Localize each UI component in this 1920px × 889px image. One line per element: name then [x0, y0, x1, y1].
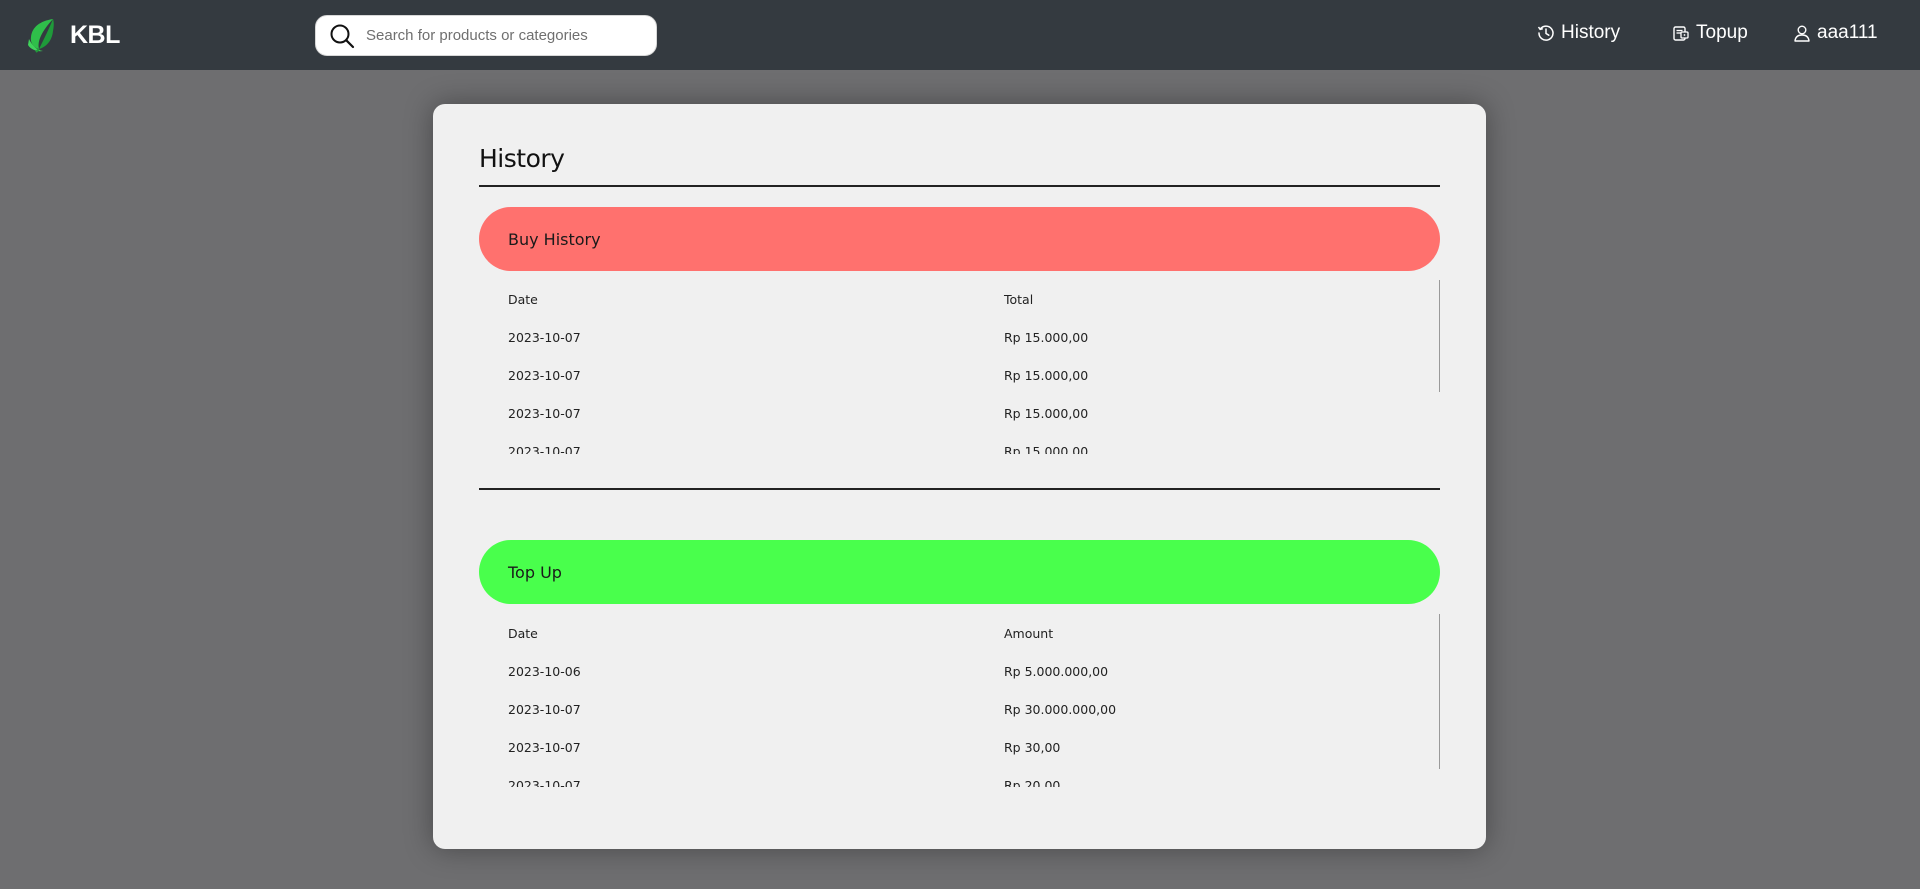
amount-cell: Rp 5.000.000,00 [1004, 663, 1109, 679]
column-header: Date [508, 625, 538, 641]
buy-history-title: Buy History [508, 229, 601, 249]
date-cell: 2023-10-07 [508, 701, 581, 717]
nav-user-label: aaa111 [1817, 22, 1878, 43]
buy-history-table-scroll[interactable]: Date Total 2023-10-07 Rp 15.000,00 2023-… [479, 280, 1440, 454]
column-header: Amount [1004, 625, 1054, 641]
search-icon[interactable] [328, 22, 356, 50]
date-cell: 2023-10-07 [508, 777, 581, 788]
buy-history-table: Date Total 2023-10-07 Rp 15.000,00 2023-… [479, 280, 1440, 455]
date-cell: 2023-10-06 [508, 663, 581, 679]
brand-name: KBL [70, 20, 120, 49]
table-row: 2023-10-07 Rp 20,00 [479, 766, 1440, 788]
nav-user-link[interactable]: aaa111 [1793, 22, 1878, 44]
table-row: 2023-10-06 Rp 5.000.000,00 [479, 652, 1440, 690]
table-header-row: Date Total [479, 280, 1440, 318]
date-cell: 2023-10-07 [508, 443, 581, 455]
top-up-table: Date Amount 2023-10-06 Rp 5.000.000,00 2… [479, 614, 1440, 788]
top-up-title: Top Up [508, 562, 562, 582]
total-cell: Rp 15.000,00 [1004, 405, 1089, 421]
buy-history-header[interactable]: Buy History [479, 207, 1440, 271]
column-header: Total [1004, 291, 1034, 307]
leaf-logo-icon [28, 19, 54, 53]
top-up-header[interactable]: Top Up [479, 540, 1440, 604]
date-cell: 2023-10-07 [508, 405, 581, 421]
history-card: History Buy History Date Total 2023-10-0… [433, 104, 1486, 849]
title-divider [479, 185, 1440, 187]
amount-cell: Rp 30.000.000,00 [1004, 701, 1117, 717]
navbar: KBL History Topup aaa111 [0, 0, 1920, 70]
date-cell: 2023-10-07 [508, 329, 581, 345]
top-up-table-scroll[interactable]: Date Amount 2023-10-06 Rp 5.000.000,00 2… [479, 614, 1440, 787]
total-cell: Rp 15.000,00 [1004, 443, 1089, 455]
column-header: Date [508, 291, 538, 307]
total-cell: Rp 15.000,00 [1004, 329, 1089, 345]
user-icon [1794, 25, 1810, 42]
table-row: 2023-10-07 Rp 15.000,00 [479, 394, 1440, 432]
brand-link[interactable]: KBL [26, 17, 120, 53]
date-cell: 2023-10-07 [508, 367, 581, 383]
date-cell: 2023-10-07 [508, 739, 581, 755]
total-cell: Rp 15.000,00 [1004, 367, 1089, 383]
section-divider [479, 488, 1440, 490]
table-row: 2023-10-07 Rp 15.000,00 [479, 432, 1440, 455]
table-header-row: Date Amount [479, 614, 1440, 652]
amount-cell: Rp 30,00 [1004, 739, 1061, 755]
nav-history-link[interactable]: History [1537, 22, 1620, 44]
nav-topup-label: Topup [1696, 22, 1748, 43]
table-row: 2023-10-07 Rp 15.000,00 [479, 356, 1440, 394]
search-input[interactable] [366, 20, 646, 51]
table-row: 2023-10-07 Rp 30.000.000,00 [479, 690, 1440, 728]
table-row: 2023-10-07 Rp 15.000,00 [479, 318, 1440, 356]
table-row: 2023-10-07 Rp 30,00 [479, 728, 1440, 766]
history-clock-icon [1537, 25, 1554, 41]
wallet-icon [1673, 26, 1689, 41]
search-bar [315, 15, 657, 56]
nav-topup-link[interactable]: Topup [1672, 22, 1748, 44]
nav-history-label: History [1561, 22, 1621, 43]
page-title: History [479, 144, 565, 173]
amount-cell: Rp 20,00 [1004, 777, 1061, 788]
